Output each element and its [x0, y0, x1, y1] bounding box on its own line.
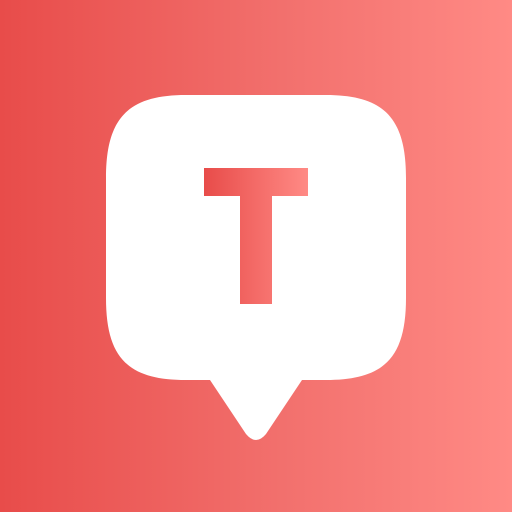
letter-t-logo-mark — [204, 168, 308, 304]
app-icon — [0, 0, 512, 512]
letter-t-shape — [204, 168, 308, 304]
